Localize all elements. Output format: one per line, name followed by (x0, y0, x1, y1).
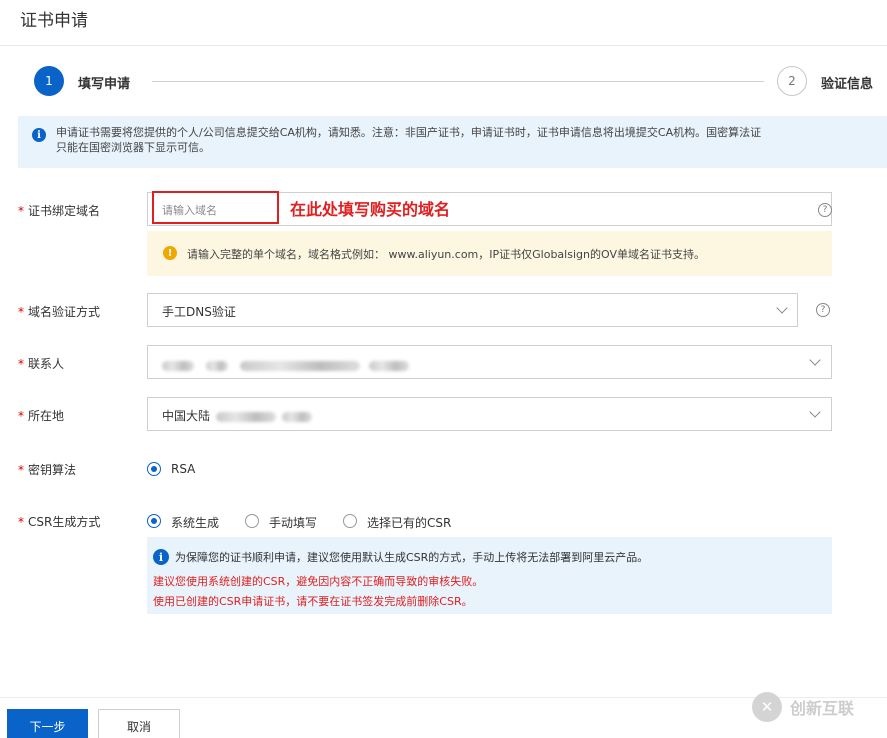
rsa-radio[interactable] (147, 462, 161, 476)
required-mark: * (18, 305, 24, 319)
location-value: 中国大陆 (162, 407, 313, 424)
chevron-down-icon (809, 406, 821, 418)
domain-annotation: 在此处填写购买的域名 (290, 200, 451, 219)
redacted-blur (216, 411, 277, 422)
ca-notice-banner: i 申请证书需要将您提供的个人/公司信息提交给CA机构，请知悉。注意：非国产证书… (18, 116, 887, 168)
step-2-indicator: 2 (777, 66, 807, 96)
help-icon[interactable]: ? (818, 203, 832, 217)
csr-manual-radio[interactable] (245, 514, 259, 528)
step-connector (152, 81, 764, 82)
page-title: 证书申请 (20, 11, 88, 31)
required-mark: * (18, 357, 24, 371)
csr-method-label: * CSR生成方式 (18, 513, 100, 530)
watermark-logo-icon: ✕ (752, 692, 782, 722)
redacted-blur (205, 360, 228, 371)
domain-warning-text: 请输入完整的单个域名，域名格式例如： www.aliyun.com，IP证书仅G… (187, 248, 705, 261)
csr-warning-text-2: 使用已创建的CSR申请证书，请不要在证书签发完成前删除CSR。 (153, 595, 473, 608)
watermark: ✕ 创新互联 (752, 692, 854, 722)
csr-manual-radio-label[interactable]: 手动填写 (269, 514, 317, 531)
required-mark: * (18, 204, 24, 218)
warning-icon: ! (163, 246, 177, 260)
redacted-blur (369, 360, 410, 371)
ca-notice-line-1: 申请证书需要将您提供的个人/公司信息提交给CA机构，请知悉。注意：非国产证书，申… (56, 126, 762, 139)
rsa-radio-label[interactable]: RSA (171, 462, 195, 476)
domain-placeholder: 请输入域名 (162, 204, 217, 217)
csr-info-box: i 为保障您的证书顺利申请，建议您使用默认生成CSR的方式，手动上传将无法部署到… (147, 537, 832, 614)
csr-info-text: 为保障您的证书顺利申请，建议您使用默认生成CSR的方式，手动上传将无法部署到阿里… (175, 551, 649, 564)
csr-method-label-text: CSR生成方式 (28, 515, 101, 529)
redacted-blur (162, 360, 194, 371)
location-label-text: 所在地 (28, 409, 65, 423)
csr-existing-radio-label[interactable]: 选择已有的CSR (367, 514, 451, 531)
contact-select[interactable] (147, 345, 832, 379)
domain-label-text: 证书绑定域名 (28, 204, 101, 218)
location-select[interactable]: 中国大陆 (147, 397, 832, 431)
csr-existing-radio[interactable] (343, 514, 357, 528)
location-value-text: 中国大陆 (162, 409, 211, 423)
info-icon: i (153, 549, 169, 565)
header-divider (0, 45, 887, 46)
step-1-indicator: 1 (34, 66, 64, 96)
ca-notice-line-2: 只能在国密浏览器下显示可信。 (56, 141, 210, 154)
step-2-label: 验证信息 (821, 77, 874, 92)
required-mark: * (18, 515, 24, 529)
verify-method-label-text: 域名验证方式 (28, 305, 101, 319)
required-mark: * (18, 409, 24, 423)
location-label: * 所在地 (18, 407, 64, 424)
help-icon[interactable]: ? (816, 303, 830, 317)
csr-system-radio[interactable] (147, 514, 161, 528)
verify-method-label: * 域名验证方式 (18, 303, 100, 320)
contact-value-redacted (162, 358, 410, 372)
contact-label: * 联系人 (18, 355, 64, 372)
next-step-button[interactable]: 下一步 (7, 709, 88, 738)
redacted-blur (239, 360, 360, 371)
csr-warning-text-1: 建议您使用系统创建的CSR，避免因内容不正确而导致的审核失败。 (153, 575, 484, 588)
verify-method-select[interactable]: 手工DNS验证 (147, 293, 798, 327)
key-algorithm-label: * 密钥算法 (18, 461, 76, 478)
csr-system-radio-label[interactable]: 系统生成 (171, 514, 219, 531)
redacted-blur (282, 411, 313, 422)
domain-input-highlight[interactable]: 请输入域名 (152, 191, 279, 224)
domain-label: * 证书绑定域名 (18, 202, 100, 219)
domain-warning-box: ! 请输入完整的单个域名，域名格式例如： www.aliyun.com，IP证书… (147, 231, 832, 276)
contact-label-text: 联系人 (28, 357, 65, 371)
ca-notice-text: 申请证书需要将您提供的个人/公司信息提交给CA机构，请知悉。注意：非国产证书，申… (56, 125, 887, 155)
required-mark: * (18, 463, 24, 477)
chevron-down-icon (776, 302, 788, 314)
cancel-button[interactable]: 取消 (98, 709, 180, 738)
key-algorithm-label-text: 密钥算法 (28, 463, 77, 477)
verify-method-value: 手工DNS验证 (162, 305, 236, 319)
info-icon: i (32, 128, 46, 142)
chevron-down-icon (809, 354, 821, 366)
watermark-text: 创新互联 (790, 699, 855, 718)
step-1-label: 填写申请 (78, 77, 131, 92)
